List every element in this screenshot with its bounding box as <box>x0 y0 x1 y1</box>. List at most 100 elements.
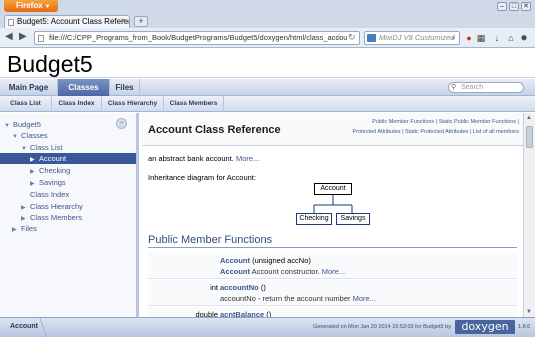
version-text: 1.8.6 <box>518 324 531 330</box>
member-args: (unsigned accNo) <box>250 256 311 265</box>
tree-item-label: Files <box>21 224 37 233</box>
bookmarks-menu-icon[interactable]: ▦ <box>476 33 486 43</box>
summary-links-row1: Public Member Functions | Static Public … <box>353 117 519 127</box>
member-signature: acntBalance () <box>220 310 271 317</box>
tree-item-budget5[interactable]: ▼ Budget5 <box>4 119 41 130</box>
more-link[interactable]: More... <box>322 267 345 276</box>
close-window-button[interactable]: ✕ <box>521 2 531 11</box>
member-name-link[interactable]: Account <box>220 256 250 265</box>
tab-class-index[interactable]: Class Index <box>52 96 102 112</box>
browser-tab[interactable]: Budget5: Account Class Reference ✕ <box>4 15 130 28</box>
new-tab-button[interactable]: + <box>134 16 148 27</box>
member-name-link[interactable]: acntBalance <box>220 310 264 317</box>
url-bar[interactable]: file:///C:/CPP_Programs_from_Book/Budget… <box>34 31 360 45</box>
search-placeholder: Search <box>461 84 484 91</box>
more-link[interactable]: More... <box>236 154 259 163</box>
diagram-node-savings[interactable]: Savings <box>336 213 370 225</box>
member-desc-text: accountNo - return the account number <box>220 294 351 303</box>
member-row: Account (unsigned accNo) Account Account… <box>148 253 517 279</box>
inheritance-label: Inheritance diagram for Account: <box>148 173 256 182</box>
tree-item-savings[interactable]: ▶ Savings <box>30 177 66 188</box>
summary-link-static-protected-attributes[interactable]: Static Protected Attributes <box>405 129 468 135</box>
scroll-down-icon[interactable]: ▼ <box>526 309 532 315</box>
minimize-button[interactable]: – <box>497 2 507 11</box>
chevron-down-icon: ▼ <box>44 4 51 10</box>
tab-main-page[interactable]: Main Page <box>0 79 58 96</box>
search-input[interactable]: ⚲ Search <box>448 82 524 93</box>
section-header-public-member-functions: Public Member Functions <box>148 234 517 248</box>
project-header: Budget5 <box>0 48 535 78</box>
member-signature: Account (unsigned accNo) <box>220 256 311 265</box>
summary-separator: | <box>516 119 519 125</box>
tree-item-class-hierarchy[interactable]: ▶ Class Hierarchy <box>21 201 83 212</box>
browser-search-input[interactable]: MixiDJ V8 Customized ⌕ <box>364 31 460 45</box>
summary-links: Public Member Functions | Static Public … <box>353 117 519 137</box>
tree-item-files[interactable]: ▶ Files <box>12 223 37 234</box>
page-icon <box>8 19 14 26</box>
member-desc-link[interactable]: Account <box>220 267 250 276</box>
tree-item-label: Savings <box>39 178 66 187</box>
brief-description: an abstract bank account. More... <box>148 154 259 163</box>
page-title: Account Class Reference <box>148 124 281 136</box>
diagram-node-checking[interactable]: Checking <box>296 213 332 225</box>
tab-title: Budget5: Account Class Reference <box>17 17 130 26</box>
tree-item-label: Class List <box>30 143 63 152</box>
tree-item-checking[interactable]: ▶ Checking <box>30 165 70 176</box>
tree-expand-icon[interactable]: ▶ <box>12 225 21 236</box>
downloads-icon[interactable]: ↓ <box>492 33 502 43</box>
tab-class-members[interactable]: Class Members <box>164 96 224 112</box>
member-description: accountNo - return the account number Mo… <box>220 294 376 303</box>
tab-class-list[interactable]: Class List <box>0 96 52 112</box>
tree-item-label: Classes <box>21 131 48 140</box>
browser-titlebar: Firefox ▼ – □ ✕ <box>0 0 535 14</box>
summary-link-public-member-functions[interactable]: Public Member Functions <box>372 119 434 125</box>
tree-item-label: Class Index <box>30 190 70 199</box>
summary-links-row2: Protected Attributes | Static Protected … <box>353 127 519 137</box>
scrollbar-thumb[interactable] <box>526 126 533 148</box>
scroll-up-icon[interactable]: ▲ <box>526 115 532 121</box>
sync-toggle-button[interactable]: ⇔ <box>116 118 127 129</box>
diagram-node-account[interactable]: Account <box>314 183 352 195</box>
member-description: Account Account constructor. More... <box>220 267 345 276</box>
more-link[interactable]: More... <box>353 294 376 303</box>
summary-link-static-public-member-functions[interactable]: Static Public Member Functions <box>439 119 516 125</box>
member-row: double acntBalance () <box>148 307 517 317</box>
firefox-menu-button[interactable]: Firefox ▼ <box>4 0 58 12</box>
browser-search-placeholder: MixiDJ V8 Customized <box>379 33 455 42</box>
tab-files[interactable]: Files <box>110 79 140 96</box>
back-icon[interactable]: ◀ <box>5 31 13 44</box>
tab-strip: Budget5: Account Class Reference ✕ + <box>0 14 535 28</box>
member-type: double <box>195 310 218 317</box>
doc-content: Account Class Reference Public Member Fu… <box>142 113 523 317</box>
tree-item-classes[interactable]: ▼ Classes <box>12 130 48 141</box>
close-tab-icon[interactable]: ✕ <box>120 16 126 28</box>
search-icon[interactable]: ⌕ <box>452 32 456 44</box>
sync-addon-icon[interactable]: ✸ <box>519 33 529 43</box>
addon-icon[interactable]: ● <box>464 33 474 43</box>
tab-classes[interactable]: Classes <box>58 79 110 96</box>
generated-text: Generated on Mon Jan 20 2014 15:53:03 fo… <box>313 324 451 330</box>
summary-link-protected-attributes[interactable]: Protected Attributes <box>353 129 401 135</box>
tree-item-account[interactable]: ▶ Account <box>0 153 136 164</box>
doxygen-logo[interactable]: doxygen <box>455 320 515 334</box>
home-icon[interactable]: ⌂ <box>506 33 516 43</box>
tree-item-class-members[interactable]: ▶ Class Members <box>21 212 82 223</box>
vertical-scrollbar[interactable]: ▲ ▼ <box>523 113 535 317</box>
search-engine-icon[interactable] <box>367 34 376 42</box>
member-row: int accountNo () accountNo - return the … <box>148 280 517 306</box>
tab-class-hierarchy[interactable]: Class Hierarchy <box>102 96 164 112</box>
member-type: int <box>210 283 218 292</box>
tree-item-class-index[interactable]: Class Index <box>30 189 69 200</box>
firefox-menu-label: Firefox <box>16 1 43 10</box>
tree-expand-icon[interactable]: ▼ <box>12 132 21 143</box>
summary-link-all-members[interactable]: List of all members <box>473 129 519 135</box>
url-text: file:///C:/CPP_Programs_from_Book/Budget… <box>49 33 348 42</box>
bookmark-star-icon[interactable]: ☆ <box>335 32 343 43</box>
member-args: () <box>258 283 266 292</box>
forward-icon[interactable]: ▶ <box>19 31 27 44</box>
member-name-link[interactable]: accountNo <box>220 283 259 292</box>
reload-icon[interactable]: ↻ <box>348 32 356 43</box>
tree-item-class-list[interactable]: ▼ Class List <box>21 142 63 153</box>
maximize-button[interactable]: □ <box>509 2 519 11</box>
brief-text: an abstract bank account. <box>148 154 234 163</box>
